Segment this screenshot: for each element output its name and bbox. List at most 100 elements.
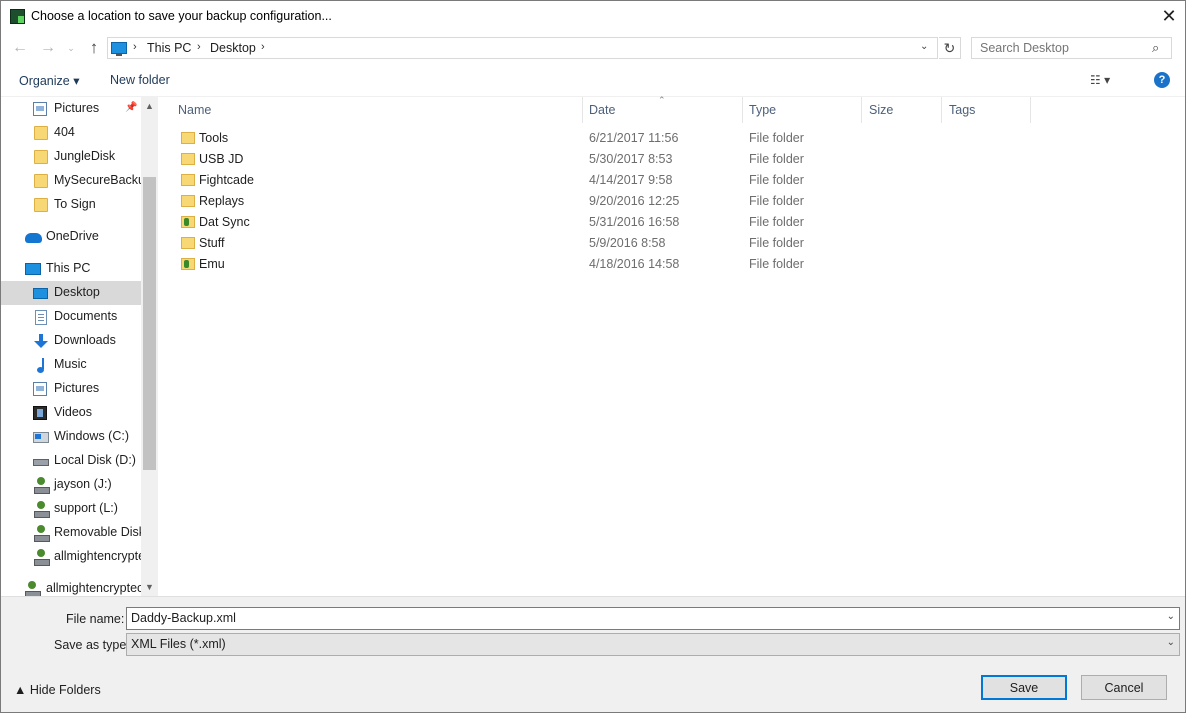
sidebar-item-label: Downloads — [54, 333, 116, 347]
sidebar-item-local-disk-d[interactable]: Local Disk (D:) — [0, 449, 141, 473]
network-drive-icon — [34, 525, 50, 542]
table-row[interactable]: Fightcade 4/14/2017 9:58 File folder — [170, 170, 1030, 191]
save-as-type-value[interactable]: XML Files (*.xml) — [131, 637, 226, 651]
sort-indicator-icon: ⌃ — [658, 95, 666, 105]
sidebar-scrollbar[interactable]: ▲ ▼ — [141, 97, 158, 596]
scroll-up-icon[interactable]: ▲ — [141, 97, 158, 114]
sidebar-item-label: Pictures — [54, 381, 100, 395]
breadcrumb-desktop[interactable]: Desktop — [210, 41, 256, 55]
help-icon[interactable]: ? — [1154, 72, 1170, 88]
search-box[interactable]: ⌕ — [971, 37, 1172, 59]
row-date: 4/14/2017 9:58 — [589, 173, 673, 187]
column-header-size[interactable]: Size — [861, 97, 942, 123]
sidebar-item-pictures[interactable]: Pictures — [0, 377, 141, 401]
sidebar-item-windows-c[interactable]: Windows (C:) — [0, 425, 141, 449]
table-row[interactable]: Stuff 5/9/2016 8:58 File folder — [170, 233, 1030, 254]
refresh-icon[interactable]: ↻ — [939, 37, 961, 59]
up-arrow-icon[interactable]: ↑ — [84, 38, 104, 58]
sidebar-item-videos[interactable]: Videos — [0, 401, 141, 425]
table-row[interactable]: Emu 4/18/2016 14:58 File folder — [170, 254, 1030, 275]
column-header-name[interactable]: Name — [170, 97, 583, 123]
folder-icon — [181, 153, 195, 165]
row-name: Emu — [199, 257, 225, 271]
recent-locations-chevron-icon[interactable]: ⌄ — [64, 38, 78, 58]
sidebar-item-404[interactable]: 404 — [0, 121, 141, 145]
sidebar-item-allmightencrypted-network[interactable]: allmightencryptec — [0, 577, 141, 596]
file-list: Name Date ⌃ Type Size Tags Tools 6/21/20… — [158, 95, 1186, 596]
breadcrumb-separator[interactable]: › — [261, 41, 265, 53]
forward-arrow-icon[interactable]: → — [38, 38, 58, 58]
save-as-type-select[interactable]: XML Files (*.xml) ⌄ — [126, 633, 1180, 656]
row-type: File folder — [749, 236, 804, 250]
address-bar[interactable]: › This PC › Desktop › ⌄ — [107, 37, 938, 59]
music-icon — [35, 358, 47, 373]
hide-folders-button[interactable]: ▲ Hide Folders — [14, 683, 101, 697]
row-type: File folder — [749, 215, 804, 229]
search-icon[interactable]: ⌕ — [1152, 40, 1159, 56]
search-input[interactable] — [972, 38, 1147, 58]
sidebar-item-downloads[interactable]: Downloads — [0, 329, 141, 353]
sidebar-item-pictures-quick[interactable]: Pictures 📌 — [0, 97, 141, 121]
address-dropdown-icon[interactable]: ⌄ — [920, 41, 928, 52]
sidebar-item-label: JungleDisk — [54, 149, 116, 163]
organize-button[interactable]: Organize ▾ — [19, 73, 79, 88]
sidebar-item-label: Documents — [54, 309, 118, 323]
sidebar-item-allmightencrypted[interactable]: allmightencrypted — [0, 545, 141, 569]
sidebar-item-label: Windows (C:) — [54, 429, 130, 443]
close-button[interactable]: ✕ — [1151, 1, 1186, 32]
file-name-value[interactable]: Daddy-Backup.xml — [131, 611, 236, 625]
chevron-down-icon[interactable]: ⌄ — [1167, 637, 1175, 648]
row-date: 5/31/2016 16:58 — [589, 215, 680, 229]
onedrive-icon — [25, 233, 42, 243]
network-drive-icon — [25, 581, 41, 596]
sidebar-item-support-l[interactable]: support (L:) — [0, 497, 141, 521]
table-row[interactable]: USB JD 5/30/2017 8:53 File folder — [170, 149, 1030, 170]
scroll-down-icon[interactable]: ▼ — [141, 578, 158, 595]
row-date: 6/21/2017 11:56 — [589, 131, 679, 145]
pin-icon[interactable]: 📌 — [125, 102, 137, 113]
view-options-icon[interactable]: ☷ ▾ — [1090, 73, 1110, 87]
folder-icon — [34, 150, 48, 164]
table-row[interactable]: Replays 9/20/2016 12:25 File folder — [170, 191, 1030, 212]
row-type: File folder — [749, 152, 804, 166]
sidebar-item-removable-disk[interactable]: Removable Disk — [0, 521, 141, 545]
column-header-tags[interactable]: Tags — [941, 97, 1031, 123]
row-type: File folder — [749, 194, 804, 208]
sidebar-item-label: allmightencryptec — [46, 581, 141, 595]
sidebar-item-to-sign[interactable]: To Sign — [0, 193, 141, 217]
column-header-type[interactable]: Type — [741, 97, 862, 123]
sidebar-item-this-pc[interactable]: This PC — [0, 257, 141, 281]
sidebar-item-documents[interactable]: Documents — [0, 305, 141, 329]
sidebar-item-label: support (L:) — [54, 501, 118, 515]
sidebar-item-label: To Sign — [54, 197, 96, 211]
breadcrumb-this-pc[interactable]: This PC — [147, 41, 191, 55]
save-options-panel: File name: Daddy-Backup.xml ⌄ Save as ty… — [0, 596, 1186, 713]
sidebar-item-jungledisk[interactable]: JungleDisk — [0, 145, 141, 169]
sidebar-item-desktop[interactable]: Desktop — [0, 281, 141, 305]
chevron-down-icon[interactable]: ⌄ — [1167, 611, 1175, 622]
network-drive-icon — [34, 477, 50, 494]
sidebar-item-jayson-j[interactable]: jayson (J:) — [0, 473, 141, 497]
scroll-thumb[interactable] — [143, 177, 156, 470]
disk-icon — [33, 459, 49, 466]
row-name: USB JD — [199, 152, 244, 166]
file-name-input[interactable]: Daddy-Backup.xml ⌄ — [126, 607, 1180, 630]
new-folder-button[interactable]: New folder — [110, 73, 170, 87]
sidebar-item-label: 404 — [54, 125, 75, 139]
sync-folder-icon — [181, 258, 195, 270]
file-name-label: File name: — [66, 612, 125, 626]
sidebar-item-onedrive[interactable]: OneDrive — [0, 225, 141, 249]
save-button[interactable]: Save — [981, 675, 1067, 700]
table-row[interactable]: Tools 6/21/2017 11:56 File folder — [170, 128, 1030, 149]
downloads-icon — [34, 334, 48, 348]
navigation-bar: ← → ⌄ ↑ › This PC › Desktop › ⌄ ↻ ⌕ — [0, 32, 1186, 64]
sidebar-item-mysecurebackup[interactable]: MySecureBackup — [0, 169, 141, 193]
desktop-icon — [33, 288, 48, 299]
table-row[interactable]: Dat Sync 5/31/2016 16:58 File folder — [170, 212, 1030, 233]
breadcrumb-separator: › — [197, 41, 201, 53]
cancel-button[interactable]: Cancel — [1081, 675, 1167, 700]
folder-icon — [34, 126, 48, 140]
folder-icon — [181, 237, 195, 249]
back-arrow-icon[interactable]: ← — [10, 38, 30, 58]
sidebar-item-music[interactable]: Music — [0, 353, 141, 377]
